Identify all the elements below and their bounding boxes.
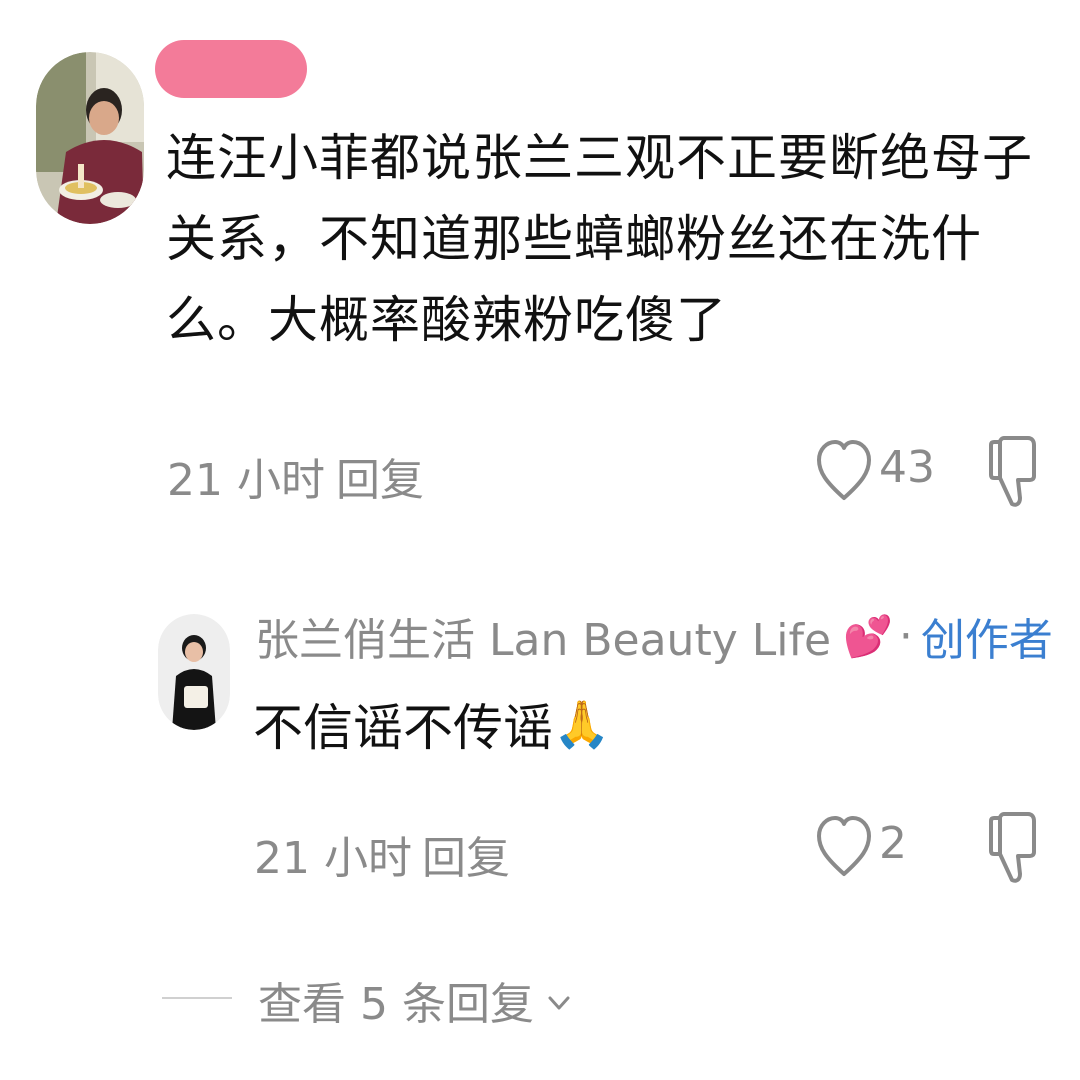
comment-timestamp: 21 小时 (167, 455, 325, 506)
reply-dislike-button[interactable] (988, 808, 1044, 888)
reply-text-row: 不信谣不传谣 🙏 (253, 688, 610, 760)
thumbs-down-icon (989, 812, 1036, 883)
reply-text: 不信谣不传谣 (253, 699, 553, 757)
comment-text: 连汪小菲都说张兰三观不正要断绝母子关系，不知道那些蟑螂粉丝还在洗什么。大概率酸辣… (166, 129, 1033, 349)
reply-author-name[interactable]: 张兰俏生活 Lan Beauty Life (255, 604, 831, 668)
comment-like-count: 43 (879, 442, 935, 493)
reply-timestamp: 21 小时 (254, 833, 412, 884)
folded-hands-emoji: 🙏 (553, 696, 611, 751)
comment-dislike-button[interactable] (988, 432, 1044, 512)
view-more-divider (162, 997, 232, 999)
heart-outline-icon (817, 440, 871, 500)
redacted-username (155, 40, 307, 98)
view-more-label: 查看 5 条回复 (258, 979, 534, 1030)
heart-outline-icon (817, 816, 871, 876)
commenter-avatar[interactable] (36, 52, 144, 224)
comment-like-button[interactable] (816, 436, 872, 506)
user-avatar-photo (36, 52, 144, 224)
two-hearts-emoji: 💕 (843, 613, 893, 660)
reply-reply-button[interactable]: 回复 (422, 822, 510, 886)
comment-reply-button[interactable]: 回复 (336, 444, 424, 508)
reply-like-button[interactable] (816, 812, 872, 882)
thumbs-down-icon (989, 436, 1036, 507)
separator-dot: · (898, 610, 913, 662)
creator-avatar-photo (158, 614, 230, 730)
view-more-replies-button[interactable]: 查看 5 条回复 (258, 968, 574, 1032)
creator-avatar[interactable] (158, 614, 230, 730)
reply-author-row: 张兰俏生活 Lan Beauty Life 💕 · 创作者 (255, 604, 1053, 668)
reply-like-count: 2 (879, 818, 907, 869)
chevron-down-icon (548, 996, 570, 1010)
creator-badge: 创作者 (920, 615, 1053, 666)
